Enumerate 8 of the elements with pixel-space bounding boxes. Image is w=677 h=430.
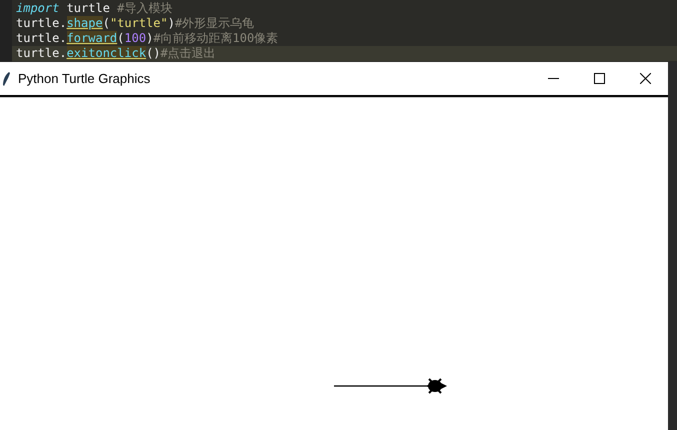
code-line: import turtle #导入模块 — [15, 1, 174, 16]
turtle-icon — [426, 378, 447, 394]
feather-icon — [2, 70, 11, 86]
code-line: turtle.forward(100)#向前移动距离100像素 — [15, 31, 280, 46]
close-icon — [640, 73, 650, 84]
maximize-icon — [594, 73, 604, 84]
window-title: Python Turtle Graphics — [18, 71, 150, 86]
code-line: turtle.shape("turtle")#外形显示乌龟 — [15, 16, 256, 31]
